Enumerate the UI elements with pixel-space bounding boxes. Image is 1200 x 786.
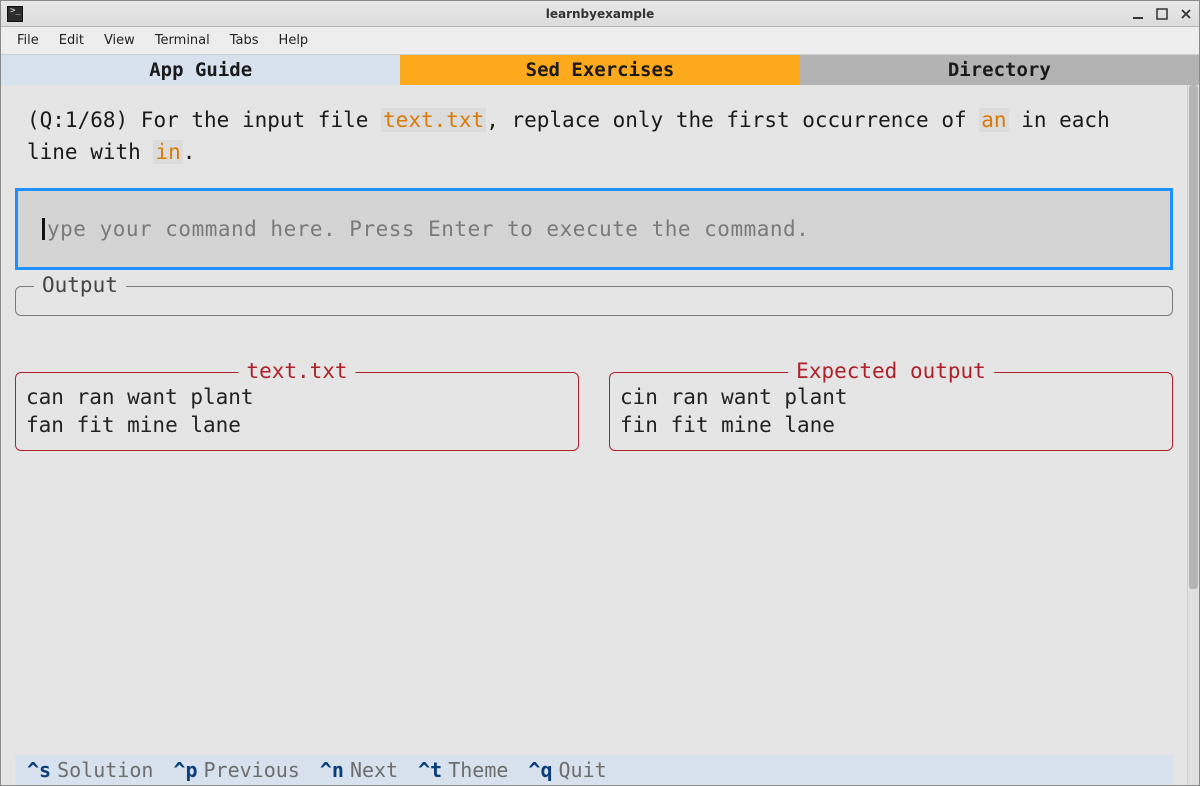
footer-bar: ^sSolution ^p Previous ^nNext ^tTheme ^q Q…: [15, 755, 1173, 785]
footer-next[interactable]: ^nNext: [320, 758, 398, 782]
file-panels: text.txt can ran want plant fan fit mine…: [15, 360, 1173, 451]
tab-label: Sed Exercises: [526, 59, 675, 81]
command-placeholder: ype your command here. Press Enter to ex…: [47, 217, 809, 241]
footer-key: ^p: [173, 758, 197, 782]
question-fragment: For the input file: [128, 108, 381, 132]
vertical-scrollbar[interactable]: [1187, 85, 1199, 785]
menu-edit[interactable]: Edit: [51, 29, 92, 52]
app-body: App Guide Sed Exercises Directory (Q:1/6…: [1, 55, 1199, 785]
question-hl-from: an: [979, 108, 1008, 132]
footer-label: Next: [350, 758, 398, 782]
footer-label: Theme: [448, 758, 508, 782]
footer-label: Quit: [559, 758, 607, 782]
question-fragment: , replace only the first occurrence of: [486, 108, 979, 132]
question-text: (Q:1/68) For the input file text.txt, re…: [15, 105, 1173, 184]
content: (Q:1/68) For the input file text.txt, re…: [1, 85, 1187, 785]
scroll-thumb[interactable]: [1189, 85, 1198, 589]
output-box: Output: [15, 286, 1173, 316]
question-hl-to: in: [153, 140, 182, 164]
input-file-box: text.txt can ran want plant fan fit mine…: [15, 372, 579, 451]
tab-sed-exercises[interactable]: Sed Exercises: [400, 55, 799, 85]
input-file-legend: text.txt: [238, 359, 355, 383]
window-controls: [1131, 7, 1193, 21]
question-counter: (Q:1/68): [27, 108, 128, 132]
question-fragment: .: [183, 140, 196, 164]
menu-tabs[interactable]: Tabs: [222, 29, 267, 52]
expected-output-box: Expected output cin ran want plant fin f…: [609, 372, 1173, 451]
output-legend: Output: [34, 273, 126, 297]
menu-help[interactable]: Help: [271, 29, 317, 52]
footer-previous[interactable]: ^p Previous: [173, 758, 299, 782]
footer-key: ^t: [418, 758, 442, 782]
input-file-content: can ran want plant fan fit mine lane: [26, 383, 568, 440]
tab-label: App Guide: [149, 59, 252, 81]
command-input[interactable]: ype your command here. Press Enter to ex…: [15, 188, 1173, 270]
menu-file[interactable]: File: [9, 29, 47, 52]
titlebar: learnbyexample: [1, 1, 1199, 27]
footer-key: ^q: [528, 758, 552, 782]
footer-solution[interactable]: ^sSolution: [27, 758, 153, 782]
tab-label: Directory: [948, 59, 1051, 81]
tab-directory[interactable]: Directory: [800, 55, 1199, 85]
text-cursor-icon: [42, 218, 45, 240]
menu-view[interactable]: View: [96, 29, 143, 52]
footer-quit[interactable]: ^q Quit: [528, 758, 606, 782]
app-window: learnbyexample File Edit View Terminal T…: [0, 0, 1200, 786]
tab-bar: App Guide Sed Exercises Directory: [1, 55, 1199, 85]
footer-theme[interactable]: ^tTheme: [418, 758, 508, 782]
footer-key: ^n: [320, 758, 344, 782]
question-hl-file: text.txt: [381, 108, 486, 132]
close-button[interactable]: [1179, 7, 1193, 21]
content-wrap: (Q:1/68) For the input file text.txt, re…: [1, 85, 1199, 785]
window-title: learnbyexample: [1, 7, 1199, 21]
menu-terminal[interactable]: Terminal: [147, 29, 218, 52]
minimize-button[interactable]: [1131, 7, 1145, 21]
footer-label: Previous: [204, 758, 300, 782]
expected-output-content: cin ran want plant fin fit mine lane: [620, 383, 1162, 440]
spacer: [15, 451, 1173, 755]
tab-app-guide[interactable]: App Guide: [1, 55, 400, 85]
maximize-button[interactable]: [1155, 7, 1169, 21]
expected-output-legend: Expected output: [788, 359, 994, 383]
footer-key: ^s: [27, 758, 51, 782]
footer-label: Solution: [57, 758, 153, 782]
menubar: File Edit View Terminal Tabs Help: [1, 27, 1199, 55]
